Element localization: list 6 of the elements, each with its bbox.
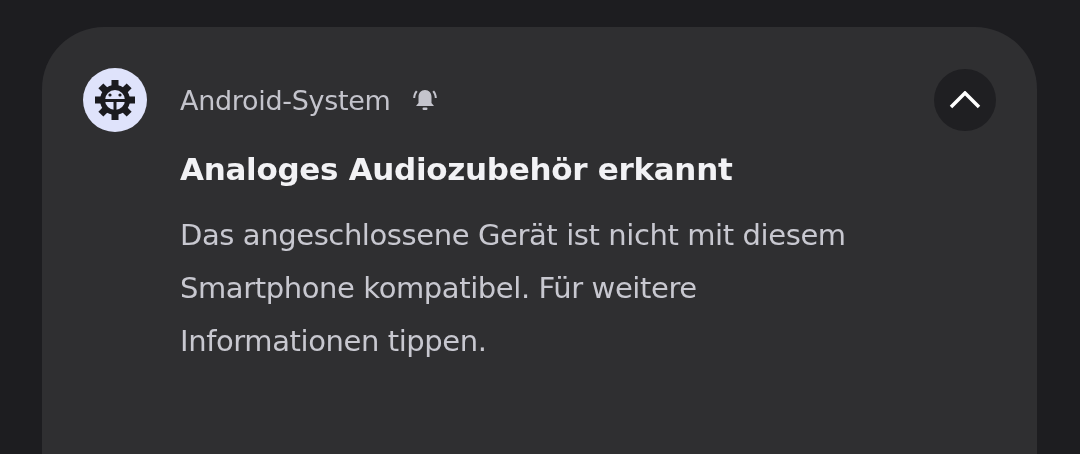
gear-robot-icon [83, 68, 147, 132]
app-name: Android-System [180, 84, 391, 116]
chevron-up-icon [949, 91, 981, 109]
notification-text: Das angeschlossene Gerät ist nicht mit diesem Smartphone kompatibel. Für weitere Informationen tippen. [180, 217, 847, 360]
notification-title: Analoges Audiozubehör erkannt [180, 151, 734, 187]
notification-card[interactable]: Android-System Analoges Audiozubehör erkannt Das angeschlossene Gerät ist nicht mit diesem Smartphone kompatibel. Für weitere Informationen tippen. [42, 27, 1037, 454]
